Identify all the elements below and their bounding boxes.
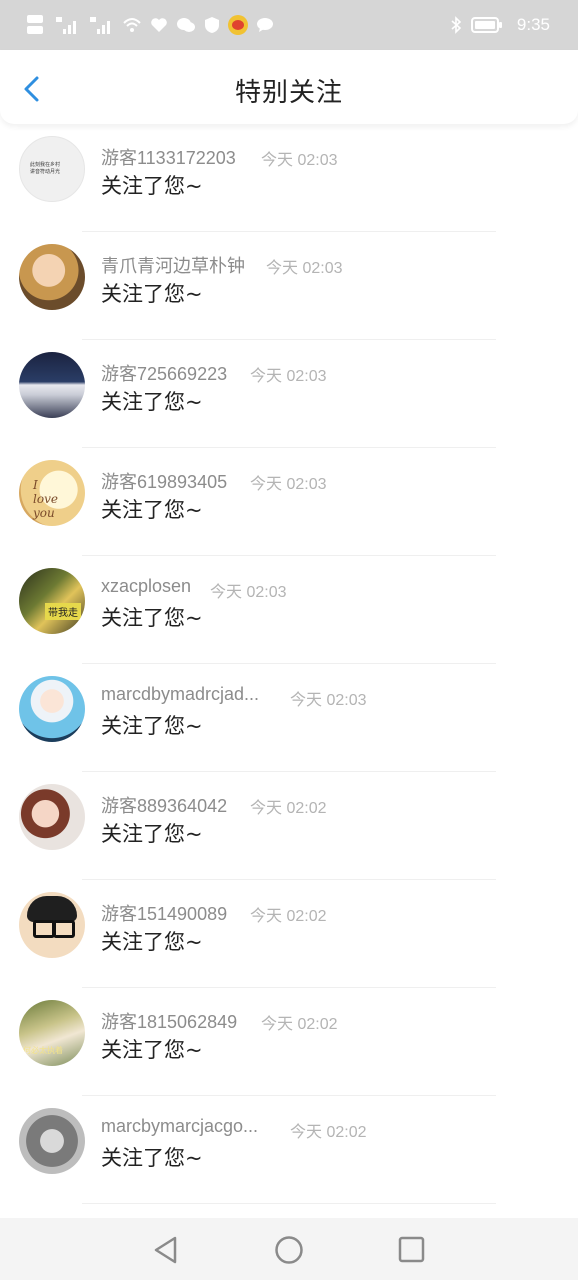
avatar[interactable]: 此刻我在乡村 讲音符动月光 <box>19 136 85 202</box>
signal-4g-icon <box>88 15 114 35</box>
avatar[interactable] <box>19 676 85 742</box>
status-bar: 9:35 <box>0 0 578 50</box>
message-text: 关注了您~ <box>101 606 203 630</box>
avatar[interactable] <box>19 352 85 418</box>
nav-home-button[interactable] <box>273 1234 305 1266</box>
list-item[interactable]: marcbymarcjacgo... 今天 02:02 关注了您~ <box>0 1096 578 1204</box>
timestamp: 今天 02:03 <box>250 476 327 493</box>
list-item[interactable]: 游客725669223 今天 02:03 关注了您~ <box>0 340 578 448</box>
avatar[interactable] <box>19 784 85 850</box>
message-icon <box>256 17 274 33</box>
user-name[interactable]: xzacplosen <box>101 576 191 597</box>
list-item[interactable]: 带我走 xzacplosen 今天 02:03 关注了您~ <box>0 556 578 664</box>
message-text: 关注了您~ <box>101 174 203 198</box>
signal-4g-icon <box>54 15 80 35</box>
timestamp: 今天 02:03 <box>210 584 287 601</box>
top-app-bar: 特别关注 <box>0 50 578 124</box>
avatar[interactable]: Ilove you <box>19 460 85 526</box>
message-text: 关注了您~ <box>101 930 203 954</box>
list-item[interactable]: marcdbymadrcjad... 今天 02:03 关注了您~ <box>0 664 578 772</box>
divider <box>82 1203 496 1204</box>
list-item[interactable]: 何必太执着 游客1815062849 今天 02:02 关注了您~ <box>0 988 578 1096</box>
user-name[interactable]: 游客151490089 <box>101 900 227 926</box>
user-name[interactable]: marcdbymadrcjad... <box>101 684 259 705</box>
timestamp: 今天 02:02 <box>250 800 327 817</box>
avatar[interactable] <box>19 1108 85 1174</box>
timestamp: 今天 02:02 <box>250 908 327 925</box>
page-title: 特别关注 <box>234 78 343 108</box>
battery-icon <box>470 17 503 33</box>
wechat-icon <box>176 17 196 33</box>
list-item[interactable]: Ilove you 游客619893405 今天 02:03 关注了您~ <box>0 448 578 556</box>
list-item[interactable]: 游客889364042 今天 02:02 关注了您~ <box>0 772 578 880</box>
avatar[interactable]: 带我走 <box>19 568 85 634</box>
health-icon <box>150 17 168 33</box>
user-name[interactable]: 游客1133172203 <box>101 144 236 170</box>
nav-back-button[interactable] <box>150 1234 182 1266</box>
user-name[interactable]: 青爪青河边草朴钟 <box>101 252 245 278</box>
timestamp: 今天 02:02 <box>261 1016 338 1033</box>
weibo-icon <box>228 15 248 35</box>
avatar[interactable] <box>19 244 85 310</box>
timestamp: 今天 02:03 <box>266 260 343 277</box>
shield-icon <box>204 16 220 34</box>
back-triangle-icon <box>154 1236 177 1264</box>
user-name[interactable]: 游客725669223 <box>101 360 227 386</box>
message-text: 关注了您~ <box>101 390 203 414</box>
timestamp: 今天 02:03 <box>261 152 338 169</box>
bluetooth-icon <box>449 16 463 34</box>
wifi-icon <box>122 16 142 34</box>
user-name[interactable]: 游客1815062849 <box>101 1008 237 1034</box>
list-item[interactable]: 青爪青河边草朴钟 今天 02:03 关注了您~ <box>0 232 578 340</box>
user-name[interactable]: 游客889364042 <box>101 792 227 818</box>
timestamp: 今天 02:02 <box>290 1124 367 1141</box>
status-bar-right: 9:35 <box>449 15 550 35</box>
avatar[interactable]: 何必太执着 <box>19 1000 85 1066</box>
avatar[interactable] <box>19 892 85 958</box>
message-text: 关注了您~ <box>101 282 203 306</box>
special-follow-list: 此刻我在乡村 讲音符动月光 游客1133172203 今天 02:03 关注了您~… <box>0 124 578 1204</box>
message-text: 关注了您~ <box>101 714 203 738</box>
message-text: 关注了您~ <box>101 822 203 846</box>
message-text: 关注了您~ <box>101 498 203 522</box>
list-item[interactable]: 游客151490089 今天 02:02 关注了您~ <box>0 880 578 988</box>
message-text: 关注了您~ <box>101 1038 203 1062</box>
user-name[interactable]: marcbymarcjacgo... <box>101 1116 258 1137</box>
timestamp: 今天 02:03 <box>250 368 327 385</box>
user-name[interactable]: 游客619893405 <box>101 468 227 494</box>
hd-icon <box>26 14 46 36</box>
message-text: 关注了您~ <box>101 1146 203 1170</box>
timestamp: 今天 02:03 <box>290 692 367 709</box>
home-circle-icon <box>275 1236 303 1264</box>
system-navigation-bar <box>0 1218 578 1280</box>
recents-square-icon <box>398 1236 425 1263</box>
list-item[interactable]: 此刻我在乡村 讲音符动月光 游客1133172203 今天 02:03 关注了您~ <box>0 124 578 232</box>
status-bar-left-icons <box>26 14 274 36</box>
nav-recents-button[interactable] <box>396 1234 428 1266</box>
status-time: 9:35 <box>516 15 550 34</box>
